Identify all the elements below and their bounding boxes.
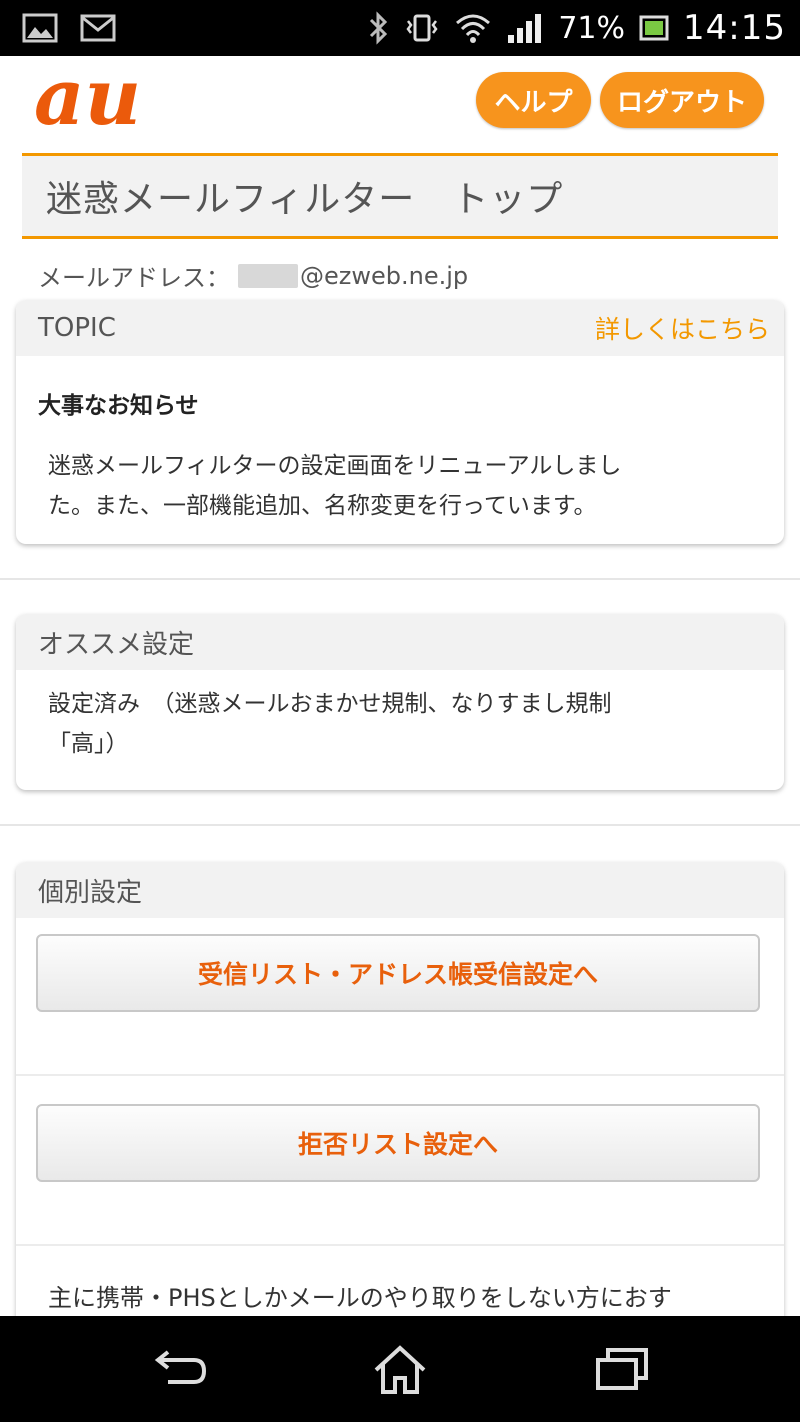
- back-icon[interactable]: [150, 1344, 210, 1398]
- recommended-status: 設定済み （迷惑メールおまかせ規制、なりすまし規制 「高」）: [16, 670, 784, 764]
- recommended-header: オススメ設定: [16, 614, 784, 670]
- au-logo[interactable]: au: [34, 52, 194, 143]
- recommended-line: 「高」）: [48, 731, 129, 757]
- navigation-bar: [0, 1316, 800, 1422]
- divider: [0, 824, 800, 826]
- divider: [16, 1074, 784, 1076]
- mail-address-label: メールアドレス：: [38, 264, 230, 292]
- individual-card: 個別設定 受信リスト・アドレス帳受信設定へ 拒否リスト設定へ 主に携帯・PHSと…: [16, 862, 784, 1332]
- bluetooth-icon: [366, 11, 390, 45]
- topic-title: TOPIC: [38, 313, 116, 343]
- details-link[interactable]: 詳しくはこちら: [595, 310, 784, 346]
- recommended-line: 設定済み （迷惑メールおまかせ規制、なりすまし規制: [48, 691, 612, 717]
- image-icon: [22, 13, 58, 43]
- topic-header: TOPIC 詳しくはこちら: [16, 300, 784, 356]
- signal-icon: [506, 11, 544, 45]
- individual-header: 個別設定: [16, 862, 784, 918]
- status-bar: 71% 14:15: [0, 0, 800, 56]
- header: au ヘルプ ログアウト: [0, 52, 800, 151]
- receive-list-button[interactable]: 受信リスト・アドレス帳受信設定へ: [36, 934, 760, 1012]
- mail-address: メールアドレス： @ezweb.ne.jp: [38, 258, 468, 293]
- news-line: 迷惑メールフィルターの設定画面をリニューアルしまし: [48, 453, 622, 479]
- individual-note: 主に携帯・PHSとしかメールのやり取りをしない方におす: [48, 1284, 672, 1312]
- topic-card: TOPIC 詳しくはこちら 大事なお知らせ 迷惑メールフィルターの設定画面をリニ…: [16, 300, 784, 544]
- page-title-bar: 迷惑メールフィルター トップ: [22, 153, 778, 239]
- page-title: 迷惑メールフィルター トップ: [46, 179, 564, 220]
- battery-icon: [639, 13, 669, 43]
- divider: [0, 578, 800, 580]
- mail-address-domain: @ezweb.ne.jp: [300, 261, 469, 290]
- svg-text:au: au: [34, 68, 141, 138]
- clock: 14:15: [683, 8, 786, 48]
- recommended-card: オススメ設定 設定済み （迷惑メールおまかせ規制、なりすまし規制 「高」）: [16, 614, 784, 790]
- news-body: 迷惑メールフィルターの設定画面をリニューアルしまし た。また、一部機能追加、名称…: [16, 420, 784, 526]
- news-line: た。また、一部機能追加、名称変更を行っています。: [48, 493, 597, 519]
- home-icon[interactable]: [372, 1344, 428, 1402]
- wifi-icon: [454, 11, 492, 45]
- reject-list-button[interactable]: 拒否リスト設定へ: [36, 1104, 760, 1182]
- vibrate-icon: [404, 11, 440, 45]
- help-button[interactable]: ヘルプ: [476, 72, 591, 128]
- battery-percent: 71%: [558, 10, 626, 46]
- news-title: 大事なお知らせ: [38, 393, 199, 419]
- divider: [16, 1244, 784, 1246]
- mail-icon: [80, 14, 116, 42]
- logout-button[interactable]: ログアウト: [600, 72, 764, 128]
- mail-user-redacted: [238, 263, 298, 288]
- recent-apps-icon[interactable]: [594, 1344, 650, 1398]
